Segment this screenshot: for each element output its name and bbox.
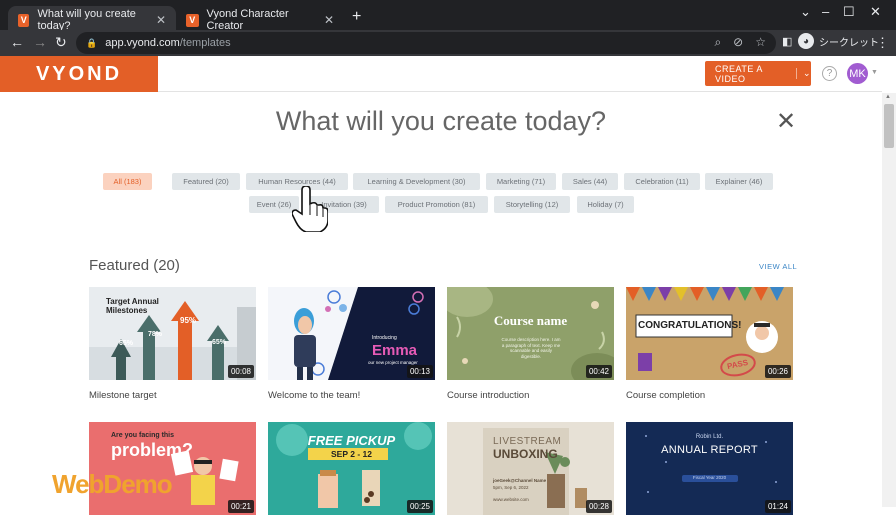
template-card-thumbnail[interactable]: FREE PICKUP SEP 2 - 12 00:25 [268,422,435,515]
template-card-thumbnail[interactable]: Target Annual Milestones 65% 78% 95% 65%… [89,287,256,380]
course-title: Course name [493,313,568,328]
create-video-button[interactable]: CREATE A VIDEO ⌄ [705,61,811,86]
annual-report-title: ANNUAL REPORT [661,444,758,456]
filter-celebration[interactable]: Celebration (11) [624,173,700,190]
filter-holiday[interactable]: Holiday (7) [577,196,634,213]
browser-menu-icon[interactable]: ⋮ [876,35,889,51]
webdemo-watermark: WebDemo [52,469,173,499]
scroll-up-icon[interactable]: ▲ [885,94,891,100]
template-card-title[interactable]: Course introduction [447,390,529,401]
back-icon[interactable]: ← [10,34,24,50]
incognito-profile[interactable]: ◕ シークレット [798,33,879,49]
forward-icon[interactable]: → [33,34,47,50]
pickup-dates: SEP 2 - 12 [331,449,372,459]
avatar[interactable]: MK [847,63,868,84]
template-card-title[interactable]: Milestone target [89,390,157,401]
scrollbar-thumb[interactable] [884,104,894,148]
duration-badge: 00:08 [227,365,254,378]
milestone-title: Target Annual Milestones [106,297,159,315]
chevron-down-icon: ⌄ [795,68,811,79]
section-title: Featured (20) [89,257,180,274]
chevron-down-icon[interactable]: ▼ [871,69,878,76]
help-icon[interactable]: ? [822,66,837,81]
template-card-thumbnail[interactable]: Course name Course description here. I a… [447,287,614,380]
app-header: VYOND CREATE A VIDEO ⌄ ? MK ▼ [0,56,882,92]
minimize-icon[interactable]: – [822,4,829,19]
problem-question: Are you facing this [111,432,175,439]
close-icon[interactable]: ✕ [776,110,796,134]
filter-storytelling[interactable]: Storytelling (12) [494,196,570,213]
profile-label: シークレット [819,37,879,49]
congrats-text: CONGRATULATIONS! [638,320,742,331]
livestream-text: LIVESTREAM [493,436,562,447]
vyond-logo[interactable]: VYOND [0,56,158,92]
url-host: app.vyond.com [105,37,180,49]
filter-all[interactable]: All (183) [103,173,152,190]
duration-badge: 00:13 [406,365,433,378]
welcome-name: Emma [372,342,418,359]
page-title: What will you create today? [275,106,607,136]
template-card-thumbnail[interactable]: CONGRATULATIONS! PASS 00:26 [626,287,793,380]
channel-date: 5pm, Sep 6, 2022 [493,485,529,490]
maximize-icon[interactable]: ☐ [843,4,855,20]
tab-title: Vyond Character Creator [206,8,289,32]
filter-sales[interactable]: Sales (44) [562,173,618,190]
template-card-thumbnail[interactable]: Robin Ltd. ANNUAL REPORT Fiscal Year 202… [626,422,793,515]
template-card-title[interactable]: Welcome to the team! [268,390,360,401]
vyond-favicon-icon: V [18,13,30,27]
filter-product-promotion[interactable]: Product Promotion (81) [385,196,488,213]
problem-word: problem? [111,440,194,460]
side-panel-icon[interactable]: ◧ [782,35,792,48]
lock-icon: 🔒 [86,37,98,48]
vyond-favicon-icon: V [186,13,199,27]
create-video-label: CREATE A VIDEO [715,63,763,84]
filter-featured[interactable]: Featured (20) [172,173,240,190]
unboxing-text: UNBOXING [493,447,558,461]
filter-learning-development[interactable]: Learning & Development (30) [353,173,480,190]
incognito-icon: ◕ [798,33,814,49]
channel-name: joeGeek@Channel Name [493,478,547,483]
template-card-thumbnail[interactable]: Introducing Emma our new project manager… [268,287,435,380]
tab-close-icon[interactable]: ✕ [156,13,166,27]
milestone-pct: 78% [148,331,163,338]
company-name: Robin Ltd. [695,434,724,440]
tab-title: What will you create today? [37,8,136,32]
duration-badge: 00:42 [585,365,612,378]
zoom-icon[interactable]: ⌕ [714,35,721,50]
course-description: Course description here. I am a paragrap… [501,337,561,359]
view-all-link[interactable]: VIEW ALL [759,262,797,271]
tab-close-icon[interactable]: ✕ [324,13,334,27]
channel-website: www.website.com [493,497,529,502]
window-close-icon[interactable]: ✕ [870,4,881,20]
filter-explainer[interactable]: Explainer (46) [705,173,773,190]
browser-tab-bar: V What will you create today? ✕ V Vyond … [0,0,896,34]
welcome-intro: Introducing [372,335,397,341]
bookmark-star-icon[interactable]: ☆ [755,35,766,50]
reload-icon[interactable]: ↻ [55,34,67,51]
tracking-protection-icon[interactable]: ⊘ [733,35,743,50]
free-pickup-text: FREE PICKUP [307,433,396,448]
milestone-pct: 65% [212,339,227,346]
url-path: /templates [179,37,231,49]
duration-badge: 00:26 [764,365,791,378]
window-menu-icon[interactable]: ⌄ [800,4,811,20]
fiscal-year: Fiscal Year 2020 [692,475,727,480]
hand-cursor-icon [292,186,328,232]
browser-toolbar: ← → ↻ 🔒 app.vyond.com/templates ⌕ ⊘ ☆ ◧ … [0,30,896,56]
milestone-pct: 95% [180,316,197,325]
filter-marketing[interactable]: Marketing (71) [486,173,556,190]
template-card-thumbnail[interactable]: LIVESTREAM UNBOXING joeGeek@Channel Name… [447,422,614,515]
address-bar[interactable]: 🔒 app.vyond.com/templates ⌕ ⊘ ☆ [76,32,776,54]
milestone-pct: 65% [119,340,134,347]
template-card-title[interactable]: Course completion [626,390,705,401]
new-tab-icon[interactable]: + [352,8,361,26]
page-scrollbar[interactable] [882,93,896,507]
